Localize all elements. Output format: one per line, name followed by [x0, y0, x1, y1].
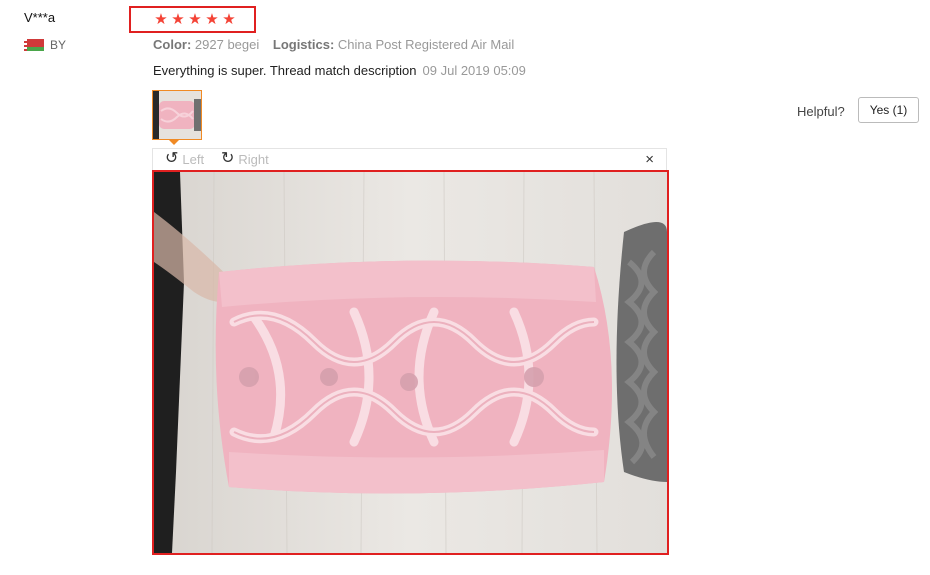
rotate-left-button[interactable]: ↺ Left: [165, 151, 204, 167]
close-icon[interactable]: ×: [645, 151, 654, 168]
thumbnail-pointer: [168, 139, 180, 145]
star-icon: ★: [171, 11, 185, 28]
color-value: 2927 begei: [194, 37, 260, 52]
star-icon: ★: [222, 11, 236, 28]
reviewer-country: BY: [24, 38, 66, 52]
reviewer-name: V***a: [24, 10, 56, 25]
knit-headband-photo: [154, 172, 667, 553]
country-code: BY: [50, 38, 67, 52]
helpful-label: Helpful?: [797, 104, 845, 119]
rotate-left-label: Left: [182, 151, 205, 167]
review-body: Everything is super. Thread match descri…: [153, 63, 526, 78]
logistics-value: China Post Registered Air Mail: [337, 37, 515, 52]
image-viewer-toolbar: ↺ Left ↻ Right ×: [152, 148, 667, 170]
rotate-right-label: Right: [238, 151, 269, 167]
rotate-ccw-icon: ↺: [165, 150, 179, 167]
star-rating: ★ ★ ★ ★ ★: [129, 6, 256, 33]
rotate-cw-icon: ↻: [221, 150, 235, 167]
star-icon: ★: [205, 11, 219, 28]
logistics-label: Logistics:: [272, 37, 335, 52]
flag-icon: [24, 39, 44, 51]
star-icon: ★: [188, 11, 202, 28]
review-attributes: Color: 2927 begei Logistics: China Post …: [153, 37, 514, 52]
color-label: Color:: [153, 37, 192, 52]
helpful-yes-button[interactable]: Yes (1): [858, 97, 919, 123]
review-date: 09 Jul 2019 05:09: [422, 63, 526, 78]
review-text: Everything is super. Thread match descri…: [153, 63, 417, 78]
rotate-right-button[interactable]: ↻ Right: [221, 151, 269, 167]
review-photo-large: [152, 170, 669, 555]
star-icon: ★: [154, 11, 168, 28]
review-photo-thumbnail[interactable]: [152, 90, 202, 140]
